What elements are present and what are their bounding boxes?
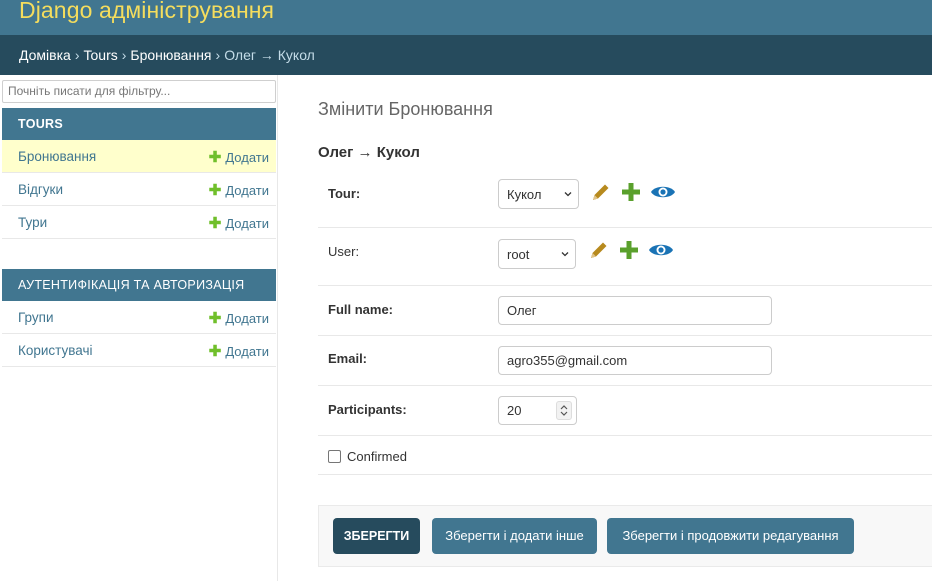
pencil-icon[interactable] (590, 181, 612, 206)
submit-row: ЗБЕРЕГТИ Зберегти і додати інше Зберегти… (318, 505, 932, 567)
spinner-arrows-icon (560, 405, 568, 416)
breadcrumb-separator: › (74, 47, 80, 63)
breadcrumb-separator: › (215, 47, 221, 63)
email-input[interactable]: agro355@gmail.com (498, 346, 772, 375)
add-link[interactable]: ✚ Додати (209, 342, 269, 360)
plus-icon[interactable] (621, 182, 641, 205)
header: Django адміністрування (0, 0, 932, 35)
pencil-icon[interactable] (588, 239, 610, 264)
form-row-full-name: Full name: Олег (318, 286, 932, 336)
tour-select-value: Кукол (507, 187, 542, 202)
chevron-down-icon (564, 192, 572, 197)
add-label: Додати (225, 311, 269, 326)
form-row-participants: Participants: 20 (318, 386, 932, 436)
page-title: Змінити Бронювання (318, 99, 493, 119)
form-row-email: Email: agro355@gmail.com (318, 336, 932, 386)
add-link[interactable]: ✚ Додати (209, 148, 269, 166)
save-and-continue-button[interactable]: Зберегти і продовжити редагування (607, 518, 854, 554)
add-link[interactable]: ✚ Додати (209, 214, 269, 232)
user-select-value: root (507, 247, 530, 262)
plus-icon: ✚ (208, 310, 222, 327)
chevron-down-icon (561, 252, 569, 257)
confirmed-label[interactable]: Confirmed (347, 449, 407, 464)
tour-label: Tour: (328, 186, 361, 201)
sidebar-item-label[interactable]: Тури (18, 215, 47, 230)
site-branding[interactable]: Django адміністрування (19, 0, 274, 24)
full-name-input[interactable]: Олег (498, 296, 772, 325)
sidebar-item-label[interactable]: Бронювання (18, 149, 96, 164)
nav-filter-input[interactable]: Почніть писати для фільтру... (2, 80, 276, 103)
sidebar: Почніть писати для фільтру... TOURS Брон… (0, 75, 278, 581)
confirmed-checkbox[interactable] (328, 450, 341, 463)
add-label: Додати (225, 150, 269, 165)
user-select[interactable]: root (498, 239, 576, 269)
breadcrumb-app[interactable]: Tours (84, 47, 118, 63)
sidebar-item-reviews[interactable]: Відгуки ✚ Додати (2, 173, 276, 206)
breadcrumb-current: Олег → Кукол (224, 47, 315, 63)
plus-icon[interactable] (619, 240, 639, 263)
breadcrumb-model[interactable]: Бронювання (130, 47, 211, 63)
save-and-add-another-button[interactable]: Зберегти і додати інше (432, 518, 597, 554)
add-label: Додати (225, 216, 269, 231)
object-title: Олег → Кукол (318, 144, 420, 161)
form-row-user: User: root (318, 228, 932, 286)
module-caption-tours[interactable]: TOURS (2, 108, 276, 140)
module-auth: АУТЕНТИФІКАЦІЯ ТА АВТОРИЗАЦІЯ Групи ✚ Дод… (2, 269, 276, 367)
plus-icon: ✚ (208, 343, 222, 360)
sidebar-item-label[interactable]: Відгуки (18, 182, 63, 197)
tour-select[interactable]: Кукол (498, 179, 579, 209)
full-name-label: Full name: (328, 302, 394, 317)
breadcrumb: Домівка › Tours › Бронювання › Олег → Кукол (0, 35, 932, 75)
participants-input[interactable]: 20 (498, 396, 577, 425)
sidebar-item-groups[interactable]: Групи ✚ Додати (2, 301, 276, 334)
form-row-tour: Tour: Кукол (318, 170, 932, 228)
email-label: Email: (328, 351, 368, 366)
number-spinner[interactable] (556, 401, 572, 420)
sidebar-item-tours[interactable]: Тури ✚ Додати (2, 206, 276, 239)
plus-icon: ✚ (208, 182, 222, 199)
save-button[interactable]: ЗБЕРЕГТИ (333, 518, 420, 554)
plus-icon: ✚ (208, 149, 222, 166)
add-link[interactable]: ✚ Додати (209, 181, 269, 199)
sidebar-item-label[interactable]: Групи (18, 310, 54, 325)
eye-icon[interactable] (648, 241, 674, 262)
sidebar-item-label[interactable]: Користувачі (18, 343, 93, 358)
eye-icon[interactable] (650, 183, 676, 204)
participants-value: 20 (507, 403, 522, 418)
sidebar-item-bookings[interactable]: Бронювання ✚ Додати (2, 140, 276, 173)
module-caption-auth[interactable]: АУТЕНТИФІКАЦІЯ ТА АВТОРИЗАЦІЯ (2, 269, 276, 301)
breadcrumb-home[interactable]: Домівка (19, 47, 71, 63)
add-label: Додати (225, 344, 269, 359)
breadcrumb-separator: › (121, 47, 127, 63)
form-row-confirmed: Confirmed (318, 436, 932, 475)
module-tours: TOURS Бронювання ✚ Додати Відгуки ✚ Додати… (2, 108, 276, 239)
user-label: User: (328, 244, 360, 259)
tour-action-icons (590, 178, 676, 208)
add-link[interactable]: ✚ Додати (209, 309, 269, 327)
add-label: Додати (225, 183, 269, 198)
plus-icon: ✚ (208, 215, 222, 232)
participants-label: Participants: (328, 402, 407, 417)
user-action-icons (588, 236, 674, 266)
sidebar-item-users[interactable]: Користувачі ✚ Додати (2, 334, 276, 367)
